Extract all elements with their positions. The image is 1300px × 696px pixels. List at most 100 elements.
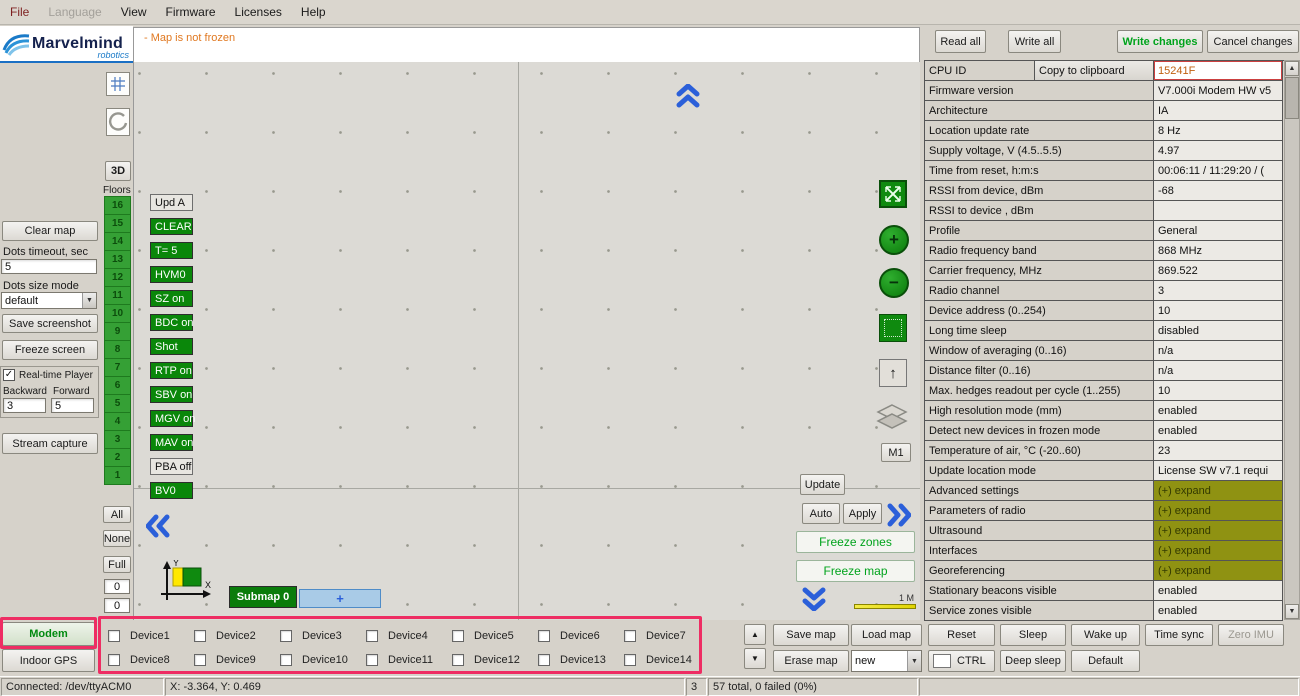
device-checkbox[interactable]	[194, 630, 206, 642]
pan-left-button[interactable]	[145, 512, 171, 540]
map-button-bdc-on[interactable]: BDC on	[150, 314, 193, 331]
scroll-up-icon[interactable]: ▲	[1285, 61, 1299, 76]
chevron-down-icon[interactable]: ▼	[82, 293, 96, 308]
param-value[interactable]: enabled	[1154, 581, 1283, 601]
reset-button[interactable]: Reset	[928, 624, 995, 646]
param-value[interactable]: IA	[1154, 101, 1283, 121]
device-item-device11[interactable]: Device11	[358, 650, 444, 670]
dots-size-select[interactable]: default ▼	[1, 292, 97, 309]
map-button-shot[interactable]: Shot	[150, 338, 193, 355]
floor-cell-6[interactable]: 6	[104, 376, 131, 395]
floor-cell-16[interactable]: 16	[104, 196, 131, 215]
device-item-device8[interactable]: Device8	[100, 650, 186, 670]
menu-item-file[interactable]: File	[10, 2, 40, 22]
device-checkbox[interactable]	[194, 654, 206, 666]
backward-input[interactable]: 3	[3, 398, 46, 413]
device-checkbox[interactable]	[452, 630, 464, 642]
device-item-device3[interactable]: Device3	[272, 626, 358, 646]
ctrl-group[interactable]: CTRL	[928, 650, 995, 672]
freeze-screen-button[interactable]: Freeze screen	[2, 340, 98, 360]
expand-button[interactable]: (+) expand	[1154, 501, 1283, 521]
menu-item-firmware[interactable]: Firmware	[166, 2, 227, 22]
north-up-icon[interactable]: ↑	[879, 359, 907, 387]
rotate-view-icon[interactable]	[106, 108, 130, 136]
param-value[interactable]: General	[1154, 221, 1283, 241]
default-button[interactable]: Default	[1071, 650, 1140, 672]
device-item-device5[interactable]: Device5	[444, 626, 530, 646]
floor-cell-2[interactable]: 2	[104, 448, 131, 467]
device-item-device6[interactable]: Device6	[530, 626, 616, 646]
device-item-device4[interactable]: Device4	[358, 626, 444, 646]
wake-up-button[interactable]: Wake up	[1071, 624, 1140, 646]
param-value[interactable]: n/a	[1154, 361, 1283, 381]
submap-0-tab[interactable]: Submap 0	[229, 586, 297, 608]
realtime-player-checkbox-row[interactable]: ✓ Real-time Player	[3, 369, 93, 381]
time-sync-button[interactable]: Time sync	[1145, 624, 1213, 646]
param-value[interactable]: V7.000i Modem HW v5	[1154, 81, 1283, 101]
device-checkbox[interactable]	[366, 654, 378, 666]
3d-view-button[interactable]: 3D	[105, 161, 131, 181]
modem-tab-button[interactable]: Modem	[2, 622, 95, 646]
save-map-button[interactable]: Save map	[773, 624, 849, 646]
cancel-changes-button[interactable]: Cancel changes	[1207, 30, 1299, 53]
update-button[interactable]: Update	[800, 474, 845, 495]
ctrl-checkbox[interactable]	[933, 654, 951, 668]
scroll-down-icon[interactable]: ▼	[1285, 604, 1299, 619]
param-value[interactable]: 23	[1154, 441, 1283, 461]
map-button-pba-off[interactable]: PBA off	[150, 458, 193, 475]
param-value[interactable]: 8 Hz	[1154, 121, 1283, 141]
param-value[interactable]: 869.522	[1154, 261, 1283, 281]
device-item-device10[interactable]: Device10	[272, 650, 358, 670]
floor-cell-10[interactable]: 10	[104, 304, 131, 323]
floor-cell-9[interactable]: 9	[104, 322, 131, 341]
param-value[interactable]: 10	[1154, 381, 1283, 401]
clear-map-button[interactable]: Clear map	[2, 221, 98, 241]
floors-full-button[interactable]: Full	[103, 556, 131, 573]
map-button-upd-a[interactable]: Upd A	[150, 194, 193, 211]
forward-input[interactable]: 5	[51, 398, 94, 413]
sleep-button[interactable]: Sleep	[1000, 624, 1066, 646]
indoor-gps-tab-button[interactable]: Indoor GPS	[2, 649, 95, 672]
m1-button[interactable]: M1	[881, 443, 911, 462]
write-changes-button[interactable]: Write changes	[1117, 30, 1203, 53]
floor-cell-4[interactable]: 4	[104, 412, 131, 431]
map-button-t-5[interactable]: T= 5	[150, 242, 193, 259]
scrollbar-thumb[interactable]	[1285, 77, 1299, 119]
param-value[interactable]: enabled	[1154, 601, 1283, 621]
device-list-up-icon[interactable]: ▲	[744, 624, 766, 645]
apply-button[interactable]: Apply	[843, 503, 882, 524]
expand-button[interactable]: (+) expand	[1154, 561, 1283, 581]
device-checkbox[interactable]	[108, 630, 120, 642]
device-list-down-icon[interactable]: ▼	[744, 648, 766, 669]
floors-all-button[interactable]: All	[103, 506, 131, 523]
chevron-down-icon[interactable]: ▼	[907, 651, 921, 671]
pan-right-button[interactable]	[886, 501, 912, 529]
realtime-player-checkbox[interactable]: ✓	[3, 369, 15, 381]
expand-button[interactable]: (+) expand	[1154, 521, 1283, 541]
map-button-rtp-on[interactable]: RTP on	[150, 362, 193, 379]
device-checkbox[interactable]	[108, 654, 120, 666]
floor-cell-7[interactable]: 7	[104, 358, 131, 377]
dots-display-mode-icon[interactable]	[879, 314, 907, 342]
device-checkbox[interactable]	[624, 630, 636, 642]
floor-cell-3[interactable]: 3	[104, 430, 131, 449]
map-button-mav-on[interactable]: MAV on	[150, 434, 193, 451]
floor-cell-11[interactable]: 11	[104, 286, 131, 305]
map-button-sz-on[interactable]: SZ on	[150, 290, 193, 307]
menu-item-view[interactable]: View	[121, 2, 158, 22]
zero-imu-button[interactable]: Zero IMU	[1218, 624, 1284, 646]
layers-icon[interactable]	[876, 403, 908, 434]
floor-cell-1[interactable]: 1	[104, 466, 131, 485]
param-value[interactable]: 3	[1154, 281, 1283, 301]
floor-offset-bottom[interactable]: 0	[104, 598, 130, 613]
device-checkbox[interactable]	[280, 630, 292, 642]
params-scrollbar[interactable]: ▲ ▼	[1284, 60, 1300, 620]
device-checkbox[interactable]	[452, 654, 464, 666]
dots-timeout-input[interactable]: 5	[1, 259, 97, 274]
device-item-device7[interactable]: Device7	[616, 626, 702, 646]
erase-map-button[interactable]: Erase map	[773, 650, 849, 672]
map-grid-icon[interactable]	[106, 72, 130, 96]
map-select[interactable]: new ▼	[851, 650, 922, 672]
map-button-bv0[interactable]: BV0	[150, 482, 193, 499]
floors-none-button[interactable]: None	[103, 530, 131, 547]
